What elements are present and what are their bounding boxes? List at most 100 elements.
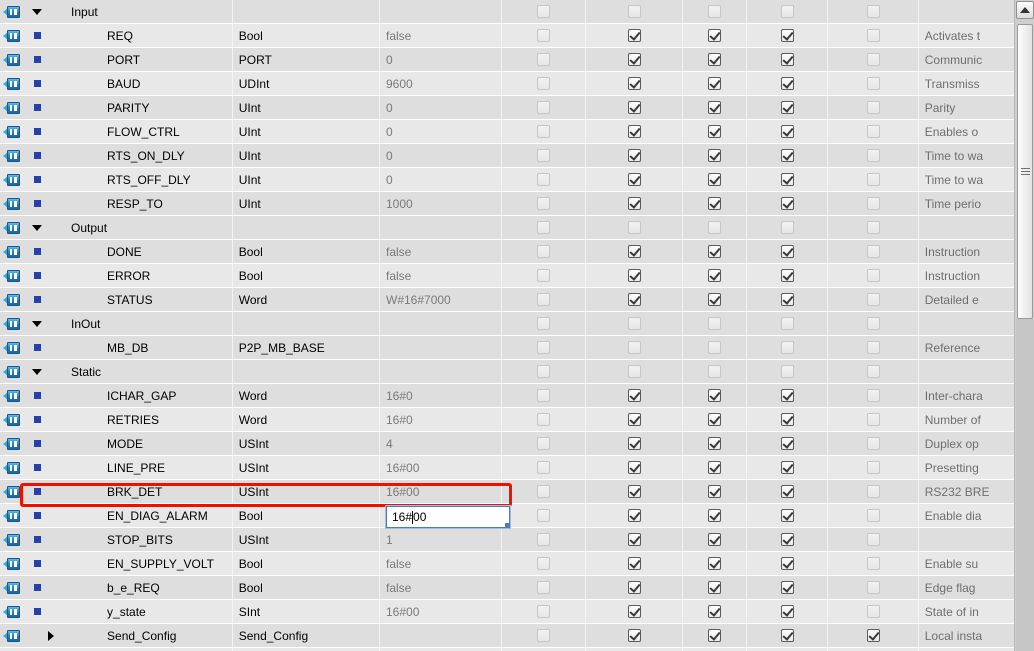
accessible-from-hmi-checkbox[interactable] [627,125,641,138]
data-type-cell[interactable]: Bool [231,552,379,575]
writable-from-hmi-checkbox-cell[interactable] [682,192,746,215]
row-expander-cell[interactable] [24,624,59,647]
setpoint-checkbox[interactable] [866,317,880,330]
visible-in-hmi-checkbox[interactable] [780,629,794,642]
accessible-from-hmi-checkbox[interactable] [627,485,641,498]
accessible-from-hmi-checkbox-cell[interactable] [585,24,682,47]
visible-in-hmi-checkbox[interactable] [780,293,794,306]
writable-from-hmi-checkbox[interactable] [708,485,722,498]
data-type-cell[interactable]: USInt [231,528,379,551]
accessible-from-hmi-checkbox-cell[interactable] [585,264,682,287]
visible-in-hmi-checkbox[interactable] [780,197,794,210]
table-row[interactable]: PARITY UInt 0 Parity [0,96,1014,120]
accessible-from-hmi-checkbox-cell[interactable] [585,0,682,23]
writable-from-hmi-checkbox-cell[interactable] [682,288,746,311]
retain-checkbox-cell[interactable] [500,528,585,551]
data-type-cell[interactable]: Send_Config [231,624,379,647]
accessible-from-hmi-checkbox[interactable] [627,605,641,618]
retain-checkbox-cell[interactable] [500,456,585,479]
writable-from-hmi-checkbox-cell[interactable] [682,216,746,239]
default-value-cell[interactable]: 16#0 [379,384,501,407]
visible-in-hmi-checkbox[interactable] [780,245,794,258]
parameter-name-cell[interactable]: STATUS [59,288,232,311]
retain-checkbox[interactable] [536,125,550,138]
writable-from-hmi-checkbox-cell[interactable] [682,168,746,191]
setpoint-checkbox[interactable] [866,53,880,66]
default-value-cell[interactable]: 16#00 [379,600,501,623]
default-value-cell[interactable]: W#16#7000 [379,288,501,311]
visible-in-hmi-checkbox[interactable] [780,221,794,234]
default-value-cell[interactable] [379,360,501,383]
parameter-name-cell[interactable]: DONE [59,240,232,263]
retain-checkbox[interactable] [536,317,550,330]
setpoint-checkbox[interactable] [866,269,880,282]
accessible-from-hmi-checkbox-cell[interactable] [585,240,682,263]
parameter-name-cell[interactable]: RETRIES [59,408,232,431]
default-value-cell[interactable]: 16#0 [379,408,501,431]
setpoint-checkbox-cell[interactable] [827,72,917,95]
default-value-cell[interactable]: 16#00 [379,480,501,503]
data-type-cell[interactable] [231,0,379,23]
visible-in-hmi-checkbox[interactable] [780,29,794,42]
accessible-from-hmi-checkbox-cell[interactable] [585,96,682,119]
default-value-cell[interactable] [379,624,501,647]
retain-checkbox[interactable] [536,29,550,42]
default-value-cell[interactable]: 9600 [379,72,501,95]
comment-cell[interactable] [917,216,1014,239]
retain-checkbox[interactable] [536,485,550,498]
retain-checkbox[interactable] [536,269,550,282]
comment-cell[interactable]: Time perio [917,192,1014,215]
setpoint-checkbox[interactable] [866,485,880,498]
retain-checkbox-cell[interactable] [500,480,585,503]
visible-in-hmi-checkbox[interactable] [780,605,794,618]
retain-checkbox-cell[interactable] [500,144,585,167]
setpoint-checkbox-cell[interactable] [827,264,917,287]
setpoint-checkbox-cell[interactable] [827,552,917,575]
setpoint-checkbox-cell[interactable] [827,336,917,359]
visible-in-hmi-checkbox[interactable] [780,413,794,426]
comment-cell[interactable]: Presetting [917,456,1014,479]
writable-from-hmi-checkbox-cell[interactable] [682,432,746,455]
writable-from-hmi-checkbox[interactable] [708,533,722,546]
accessible-from-hmi-checkbox-cell[interactable] [585,456,682,479]
setpoint-checkbox[interactable] [866,125,880,138]
comment-cell[interactable]: Parity [917,96,1014,119]
table-row[interactable]: ICHAR_GAP Word 16#0 Inter-chara [0,384,1014,408]
retain-checkbox[interactable] [536,413,550,426]
setpoint-checkbox-cell[interactable] [827,24,917,47]
chevron-down-icon[interactable] [31,368,42,375]
retain-checkbox[interactable] [536,149,550,162]
parameter-name-cell[interactable]: ICHAR_GAP [59,384,232,407]
accessible-from-hmi-checkbox[interactable] [627,269,641,282]
writable-from-hmi-checkbox-cell[interactable] [682,600,746,623]
retain-checkbox[interactable] [536,581,550,594]
visible-in-hmi-checkbox[interactable] [780,461,794,474]
setpoint-checkbox[interactable] [866,5,880,18]
retain-checkbox-cell[interactable] [500,96,585,119]
visible-in-hmi-checkbox-cell[interactable] [746,552,827,575]
writable-from-hmi-checkbox[interactable] [708,245,722,258]
accessible-from-hmi-checkbox[interactable] [627,221,641,234]
comment-cell[interactable]: Detailed e [917,288,1014,311]
setpoint-checkbox[interactable] [866,221,880,234]
visible-in-hmi-checkbox[interactable] [780,149,794,162]
accessible-from-hmi-checkbox[interactable] [627,509,641,522]
comment-cell[interactable] [917,360,1014,383]
visible-in-hmi-checkbox-cell[interactable] [746,168,827,191]
visible-in-hmi-checkbox-cell[interactable] [746,120,827,143]
writable-from-hmi-checkbox[interactable] [708,197,722,210]
writable-from-hmi-checkbox[interactable] [708,461,722,474]
visible-in-hmi-checkbox-cell[interactable] [746,576,827,599]
visible-in-hmi-checkbox[interactable] [780,317,794,330]
visible-in-hmi-checkbox[interactable] [780,5,794,18]
comment-cell[interactable]: Communic [917,48,1014,71]
visible-in-hmi-checkbox-cell[interactable] [746,456,827,479]
data-type-cell[interactable] [231,312,379,335]
writable-from-hmi-checkbox-cell[interactable] [682,240,746,263]
accessible-from-hmi-checkbox[interactable] [627,341,641,354]
accessible-from-hmi-checkbox[interactable] [627,173,641,186]
retain-checkbox-cell[interactable] [500,504,585,527]
setpoint-checkbox[interactable] [866,149,880,162]
default-value-cell[interactable]: 1000 [379,192,501,215]
table-row[interactable]: Static [0,360,1014,384]
